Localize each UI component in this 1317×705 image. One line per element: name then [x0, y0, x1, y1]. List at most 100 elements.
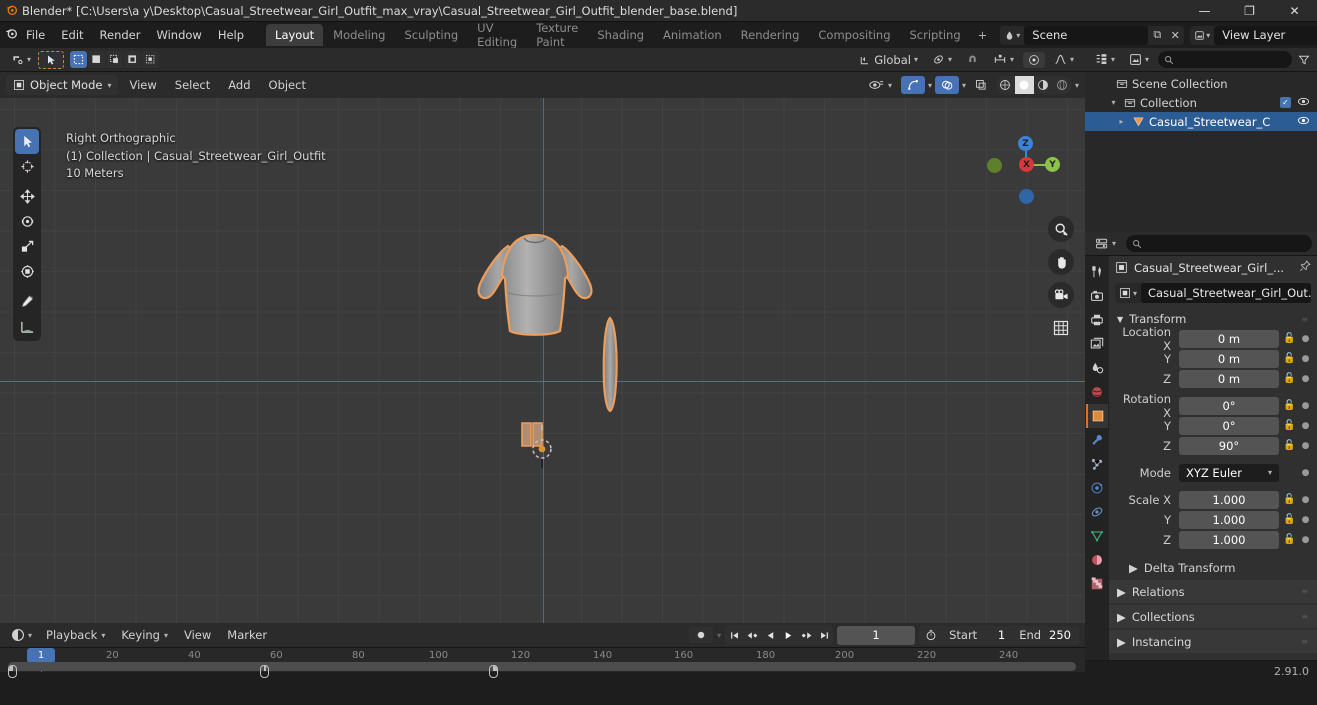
animate-dot-icon[interactable]: ● — [1300, 515, 1311, 525]
animate-dot-icon[interactable]: ● — [1300, 535, 1311, 545]
lock-icon[interactable]: 🔓 — [1283, 440, 1296, 451]
render-tab[interactable] — [1086, 284, 1108, 308]
outliner-row-collection[interactable]: ▾ Collection ✓ — [1085, 93, 1317, 112]
timeline-menu-marker[interactable]: Marker — [220, 625, 274, 645]
chevron-right-icon[interactable]: ▶ — [1117, 635, 1126, 649]
solid-shading-icon[interactable] — [1014, 76, 1034, 94]
data-tab[interactable] — [1086, 524, 1108, 548]
view-layer-name-field[interactable]: View Layer — [1214, 25, 1317, 45]
scene-selector[interactable]: ▾ Scene ⧉ ✕ — [1000, 25, 1185, 45]
lock-icon[interactable]: 🔓 — [1283, 400, 1296, 411]
grid-ortho-icon[interactable] — [1048, 315, 1074, 341]
overlays-dropdown-icon[interactable]: ▾ — [962, 81, 966, 90]
texture-tab[interactable] — [1086, 572, 1108, 596]
scale-z-field[interactable]: 1.000 — [1179, 530, 1279, 549]
select-set-icon[interactable] — [70, 51, 88, 68]
proportional-editing-icon[interactable] — [1022, 51, 1045, 68]
timeline-menu-playback[interactable]: Playback ▾ — [39, 625, 112, 645]
transform-orientation-selector[interactable]: Global ▾ — [854, 51, 923, 69]
editor-type-outliner-icon[interactable]: ▾ — [1090, 51, 1120, 68]
end-frame-value[interactable]: 250 — [1047, 628, 1079, 642]
animate-dot-icon[interactable]: ● — [1300, 495, 1311, 505]
view-layer-selector[interactable]: ▾ View Layer ⧉ ✕ — [1190, 25, 1317, 45]
scale-y-field[interactable]: 1.000 — [1179, 510, 1279, 529]
gizmo-axis-x[interactable]: X — [1019, 157, 1034, 172]
rotate-tool[interactable] — [15, 209, 39, 234]
gizmo-axis-z[interactable]: Z — [1018, 136, 1033, 151]
shading-dropdown-icon[interactable]: ▾ — [1075, 81, 1079, 90]
proportional-falloff-icon[interactable]: ▾ — [1049, 51, 1079, 68]
chevron-right-icon[interactable]: ▶ — [1117, 585, 1126, 599]
close-button[interactable]: ✕ — [1272, 0, 1317, 22]
pin-icon[interactable] — [1299, 260, 1311, 275]
tweak-select-tool[interactable] — [15, 129, 39, 154]
new-scene-icon[interactable]: ⧉ — [1148, 28, 1166, 42]
timeline-scrollbar[interactable] — [8, 662, 1076, 671]
delta-transform-panel[interactable]: ▶ Delta Transform — [1109, 557, 1317, 578]
rendered-shading-icon[interactable] — [1053, 76, 1072, 94]
menu-help[interactable]: Help — [210, 25, 252, 45]
animate-dot-icon[interactable]: ● — [1300, 374, 1311, 384]
select-invert-icon[interactable] — [124, 51, 142, 68]
modifier-tab[interactable] — [1086, 428, 1108, 452]
next-keyframe-button[interactable] — [797, 626, 815, 645]
remove-scene-icon[interactable]: ✕ — [1166, 29, 1184, 42]
outliner-search-input[interactable] — [1158, 51, 1292, 68]
chevron-down-icon[interactable]: ▼ — [1117, 315, 1123, 324]
tab-layout[interactable]: Layout — [266, 24, 324, 46]
location-x-field[interactable]: 0 m — [1179, 329, 1279, 348]
measure-tool[interactable] — [15, 314, 39, 339]
animate-dot-icon[interactable]: ● — [1300, 354, 1311, 364]
pan-hand-icon[interactable] — [1048, 249, 1074, 275]
chevron-right-icon[interactable]: ▶ — [1117, 610, 1126, 624]
annotate-tool[interactable] — [15, 289, 39, 314]
jump-to-start-button[interactable] — [725, 626, 743, 645]
gizmo-axis-neg-z[interactable] — [1019, 189, 1034, 204]
rotation-x-field[interactable]: 0° — [1179, 396, 1279, 415]
keying-dropdown-icon[interactable]: ▾ — [717, 631, 721, 640]
collection-checkbox[interactable]: ✓ — [1280, 97, 1291, 108]
object-name-field[interactable]: Casual_Streetwear_Girl_Out... — [1141, 283, 1311, 303]
rotation-y-field[interactable]: 0° — [1179, 416, 1279, 435]
viewport-menu-view[interactable]: View — [122, 75, 163, 95]
lock-icon[interactable]: 🔓 — [1283, 420, 1296, 431]
physics-tab[interactable] — [1086, 476, 1108, 500]
scale-x-field[interactable]: 1.000 — [1179, 490, 1279, 509]
material-tab[interactable] — [1086, 548, 1108, 572]
lock-icon[interactable]: 🔓 — [1283, 514, 1296, 525]
tool-tab[interactable] — [1086, 260, 1108, 284]
editor-type-3dview-icon[interactable]: ▾ — [6, 51, 36, 68]
particles-tab[interactable] — [1086, 452, 1108, 476]
tab-modeling[interactable]: Modeling — [324, 24, 394, 46]
view-layer-icon[interactable]: ▾ — [1190, 30, 1214, 41]
menu-file[interactable]: File — [18, 25, 53, 45]
object-type-visibility-icon[interactable]: ▾ — [863, 76, 898, 94]
lock-icon[interactable]: 🔓 — [1283, 353, 1296, 364]
lock-icon[interactable]: 🔓 — [1283, 333, 1296, 344]
select-subtract-icon[interactable] — [106, 51, 124, 68]
gizmo-dropdown-icon[interactable]: ▾ — [928, 81, 932, 90]
relations-panel[interactable]: ▶ Relations ≡ — [1109, 580, 1317, 603]
cursor-tool[interactable] — [15, 154, 39, 179]
tab-sculpting[interactable]: Sculpting — [395, 24, 467, 46]
auto-keying-toggle[interactable] — [689, 627, 714, 643]
move-tool[interactable] — [15, 184, 39, 209]
disclosure-triangle[interactable]: ▸ — [1115, 117, 1128, 126]
chevron-right-icon[interactable]: ▶ — [1129, 561, 1138, 575]
animate-dot-icon[interactable]: ● — [1300, 421, 1311, 431]
timeline-menu-keying[interactable]: Keying ▾ — [114, 625, 175, 645]
jump-to-end-button[interactable] — [815, 626, 833, 645]
tab-shading[interactable]: Shading — [588, 24, 653, 46]
outliner-row-object[interactable]: ▸ Casual_Streetwear_C — [1085, 112, 1317, 131]
lock-icon[interactable]: 🔓 — [1283, 373, 1296, 384]
viewport-menu-object[interactable]: Object — [262, 75, 313, 95]
menu-render[interactable]: Render — [92, 25, 149, 45]
tab-scripting[interactable]: Scripting — [901, 24, 970, 46]
world-tab[interactable] — [1086, 380, 1108, 404]
lock-icon[interactable]: 🔓 — [1283, 534, 1296, 545]
3d-viewport[interactable]: Right Orthographic (1) Collection | Casu… — [0, 98, 1085, 623]
rotation-mode-dropdown[interactable]: XYZ Euler ▾ — [1179, 463, 1279, 482]
outliner-filter-icon[interactable] — [1296, 52, 1312, 68]
scale-tool[interactable] — [15, 234, 39, 259]
object-tab[interactable] — [1086, 404, 1108, 428]
